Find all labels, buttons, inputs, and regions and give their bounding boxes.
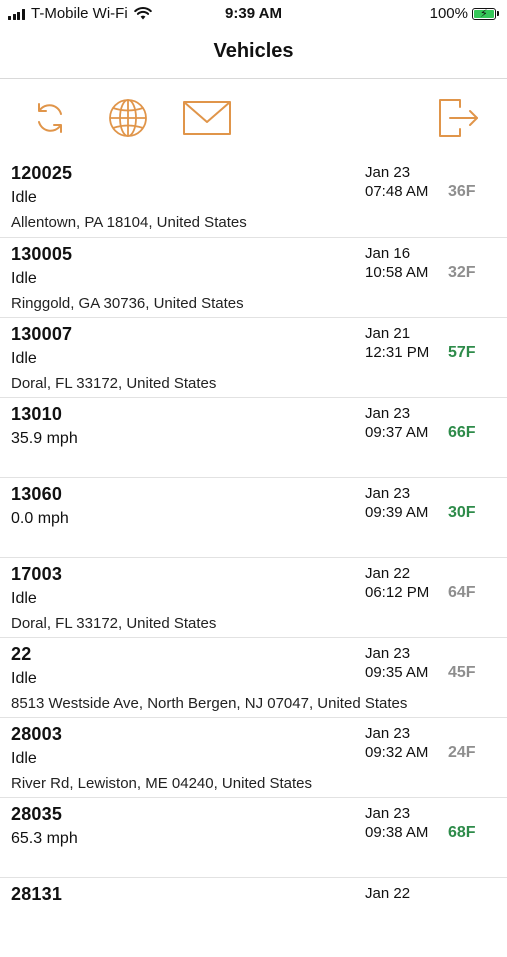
charging-bolt-icon: ⚡ bbox=[480, 7, 488, 20]
vehicle-date: Jan 22 bbox=[365, 885, 411, 902]
vehicle-date: Jan 23 bbox=[365, 725, 411, 742]
vehicle-date: Jan 23 bbox=[365, 164, 411, 181]
vehicle-status: 65.3 mph bbox=[11, 830, 78, 847]
vehicle-address: 8513 Westside Ave, North Bergen, NJ 0704… bbox=[11, 695, 408, 712]
vehicle-row[interactable]: 17003 Idle Doral, FL 33172, United States J… bbox=[0, 557, 507, 637]
vehicle-time: 09:37 AM bbox=[365, 424, 429, 441]
vehicle-temperature: 36F bbox=[448, 183, 476, 200]
vehicle-status: Idle bbox=[11, 590, 37, 607]
vehicle-temperature: 68F bbox=[448, 824, 476, 841]
status-bar: T-Mobile Wi-Fi 9:39 AM 100% ⚡ bbox=[0, 0, 507, 28]
vehicle-date: Jan 23 bbox=[365, 805, 411, 822]
vehicle-time: 12:31 PM bbox=[365, 344, 430, 361]
vehicle-status: Idle bbox=[11, 670, 37, 687]
vehicle-address: Ringgold, GA 30736, United States bbox=[11, 295, 244, 312]
vehicle-date: Jan 21 bbox=[365, 325, 411, 342]
vehicle-id: 22 bbox=[11, 644, 32, 664]
vehicle-row[interactable]: 13060 0.0 mph Jan 23 09:39 AM 30F bbox=[0, 477, 507, 557]
vehicle-list: 120025 Idle Allentown, PA 18104, United St… bbox=[0, 157, 507, 957]
logout-button[interactable] bbox=[434, 96, 482, 140]
header-divider bbox=[0, 78, 507, 79]
vehicle-time: 09:39 AM bbox=[365, 504, 429, 521]
vehicle-date: Jan 16 bbox=[365, 245, 411, 262]
status-right: 100% ⚡ bbox=[430, 5, 499, 22]
page-title: Vehicles bbox=[213, 40, 294, 62]
vehicle-address: Doral, FL 33172, United States bbox=[11, 375, 217, 392]
vehicle-temperature: 64F bbox=[448, 584, 476, 601]
vehicle-temperature: 24F bbox=[448, 744, 476, 761]
vehicle-row[interactable]: 13010 35.9 mph Jan 23 09:37 AM 66F bbox=[0, 397, 507, 477]
vehicle-temperature: 30F bbox=[448, 504, 476, 521]
mail-icon bbox=[183, 101, 231, 135]
vehicle-row[interactable]: 130005 Idle Ringgold, GA 30736, United Sta… bbox=[0, 237, 507, 317]
vehicle-id: 28035 bbox=[11, 804, 63, 824]
battery-icon: ⚡ bbox=[472, 7, 496, 20]
vehicle-id: 130005 bbox=[11, 244, 73, 264]
vehicle-id: 130007 bbox=[11, 324, 73, 344]
vehicle-temperature: 57F bbox=[448, 344, 476, 361]
vehicle-status: Idle bbox=[11, 750, 37, 767]
vehicle-row[interactable]: 28003 Idle River Rd, Lewiston, ME 04240, U… bbox=[0, 717, 507, 797]
vehicle-time: 09:38 AM bbox=[365, 824, 429, 841]
vehicle-temperature: 66F bbox=[448, 424, 476, 441]
vehicle-status: Idle bbox=[11, 189, 37, 206]
vehicle-status: 35.9 mph bbox=[11, 430, 78, 447]
vehicle-status: Idle bbox=[11, 270, 37, 287]
battery-tip bbox=[497, 11, 499, 16]
vehicle-id: 120025 bbox=[11, 163, 73, 183]
vehicle-temperature: 45F bbox=[448, 664, 476, 681]
refresh-icon bbox=[38, 103, 62, 133]
mail-button[interactable] bbox=[181, 96, 233, 140]
refresh-button[interactable] bbox=[26, 96, 74, 140]
vehicle-id: 13010 bbox=[11, 404, 63, 424]
vehicle-address: Doral, FL 33172, United States bbox=[11, 615, 217, 632]
vehicle-date: Jan 23 bbox=[365, 485, 411, 502]
vehicle-row[interactable]: 28035 65.3 mph Jan 23 09:38 AM 68F bbox=[0, 797, 507, 877]
vehicle-row[interactable]: 130007 Idle Doral, FL 33172, United States… bbox=[0, 317, 507, 397]
vehicle-row[interactable]: 22 Idle 8513 Westside Ave, North Bergen, N… bbox=[0, 637, 507, 717]
vehicle-time: 09:35 AM bbox=[365, 664, 429, 681]
vehicle-id: 28003 bbox=[11, 724, 63, 744]
toolbar bbox=[0, 96, 507, 140]
globe-icon bbox=[109, 99, 147, 137]
globe-button[interactable] bbox=[104, 96, 152, 140]
vehicle-address: Allentown, PA 18104, United States bbox=[11, 214, 247, 231]
vehicle-date: Jan 23 bbox=[365, 645, 411, 662]
vehicle-status: Idle bbox=[11, 350, 37, 367]
vehicle-id: 13060 bbox=[11, 484, 63, 504]
vehicle-time: 09:32 AM bbox=[365, 744, 429, 761]
vehicle-row[interactable]: 28131 Jan 22 bbox=[0, 877, 507, 957]
vehicle-id: 28131 bbox=[11, 884, 63, 904]
vehicle-time: 10:58 AM bbox=[365, 264, 429, 281]
vehicle-date: Jan 23 bbox=[365, 405, 411, 422]
vehicle-date: Jan 22 bbox=[365, 565, 411, 582]
vehicle-time: 07:48 AM bbox=[365, 183, 429, 200]
vehicle-id: 17003 bbox=[11, 564, 63, 584]
battery-percent: 100% bbox=[429, 5, 468, 22]
logout-icon bbox=[439, 99, 478, 137]
vehicle-row[interactable]: 120025 Idle Allentown, PA 18104, United St… bbox=[0, 157, 507, 237]
vehicle-temperature: 32F bbox=[448, 264, 476, 281]
vehicle-status: 0.0 mph bbox=[11, 510, 69, 527]
vehicle-time: 06:12 PM bbox=[365, 584, 430, 601]
vehicle-address: River Rd, Lewiston, ME 04240, United Sta… bbox=[11, 775, 312, 792]
